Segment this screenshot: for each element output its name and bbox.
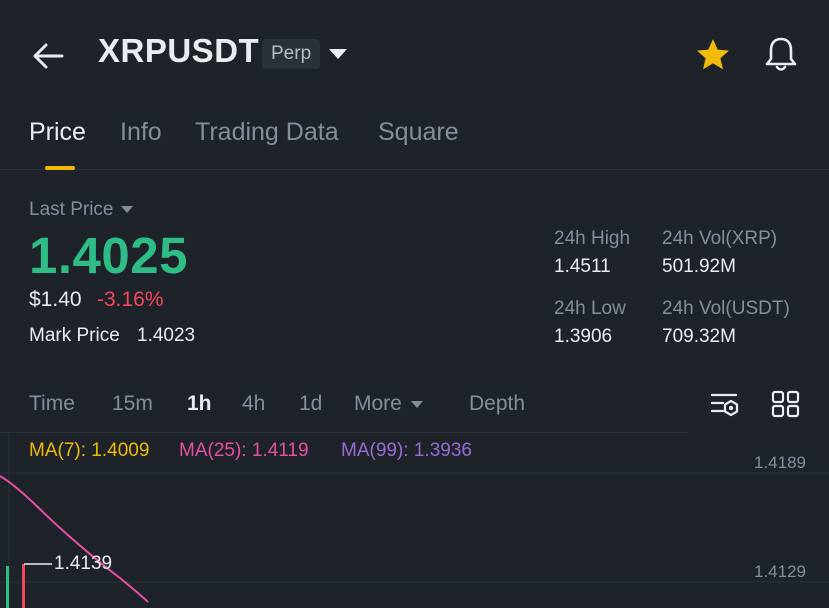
grid-layout-icon[interactable] xyxy=(770,388,802,420)
header: XRPUSDT Perp xyxy=(0,0,829,110)
mark-price-value: 1.4023 xyxy=(137,325,196,346)
tab-info[interactable]: Info xyxy=(120,118,162,147)
interval-depth[interactable]: Depth xyxy=(469,392,525,416)
last-price-value: 1.4025 xyxy=(29,227,188,284)
interval-more-label: More xyxy=(354,392,402,415)
change-percent: -3.16% xyxy=(97,288,164,311)
interval-1h[interactable]: 1h xyxy=(187,392,212,416)
dropdown-caret-icon[interactable] xyxy=(326,44,350,64)
price-axis-bottom: 1.4129 xyxy=(754,562,806,581)
stat-vol-base-value: 501.92M xyxy=(662,256,736,277)
bell-icon[interactable] xyxy=(762,34,800,74)
tab-bar: Price Info Trading Data Square xyxy=(0,108,829,170)
high-marker-label: 1.4139 xyxy=(54,553,113,574)
active-tab-indicator xyxy=(45,166,75,170)
interval-15m[interactable]: 15m xyxy=(112,392,153,416)
tab-square[interactable]: Square xyxy=(378,118,459,147)
stat-vol-quote-value: 709.32M xyxy=(662,326,736,347)
contract-badge: Perp xyxy=(262,39,321,69)
tab-price[interactable]: Price xyxy=(29,118,86,147)
candle xyxy=(6,566,9,608)
caret-down-icon xyxy=(410,400,423,408)
ma99-indicator: MA(99): 1.3936 xyxy=(341,440,472,461)
star-icon[interactable] xyxy=(694,36,732,74)
usd-price: $1.40 xyxy=(29,288,82,311)
stat-vol-base-label: 24h Vol(XRP) xyxy=(662,228,778,249)
price-axis-top: 1.4189 xyxy=(754,453,806,472)
interval-time[interactable]: Time xyxy=(29,392,75,416)
back-arrow-icon[interactable] xyxy=(28,36,68,76)
stat-low-label: 24h Low xyxy=(554,298,626,319)
last-price-label: Last Price xyxy=(29,199,114,220)
stat-low-value: 1.3906 xyxy=(554,326,613,347)
symbol-title[interactable]: XRPUSDT xyxy=(98,32,259,70)
interval-1d[interactable]: 1d xyxy=(299,392,322,416)
stat-vol-quote-label: 24h Vol(USDT) xyxy=(662,298,790,319)
last-price-selector[interactable]: Last Price xyxy=(29,199,134,221)
candle xyxy=(22,564,25,608)
interval-more[interactable]: More xyxy=(354,392,423,416)
ma25-indicator: MA(25): 1.4119 xyxy=(179,440,309,461)
stat-high-label: 24h High xyxy=(554,228,631,249)
tab-trading-data[interactable]: Trading Data xyxy=(195,118,339,147)
chart-settings-icon[interactable] xyxy=(709,388,741,420)
mark-price-label: Mark Price xyxy=(29,325,120,346)
stat-high-value: 1.4511 xyxy=(554,256,611,277)
ma7-indicator: MA(7): 1.4009 xyxy=(29,440,150,461)
caret-down-icon xyxy=(121,206,134,214)
interval-4h[interactable]: 4h xyxy=(242,392,265,416)
